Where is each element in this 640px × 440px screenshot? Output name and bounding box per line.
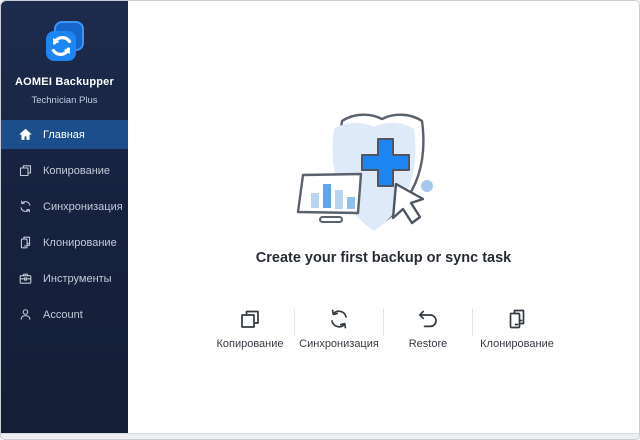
clone-icon [18,235,33,250]
copy-icon [238,307,262,331]
quick-action-sync[interactable]: Синхронизация [295,301,383,350]
sidebar-item-home[interactable]: Главная [1,120,128,149]
main-panel: Create your first backup or sync task Ко… [128,1,639,434]
sidebar-item-clone[interactable]: Клонирование [1,228,128,257]
aomei-backupper-logo-icon [40,19,90,67]
restore-icon [416,307,440,331]
app-name: AOMEI Backupper [1,76,128,88]
quick-actions: Копирование Синхронизация Restore Клонирова… [128,301,639,350]
quick-action-copy[interactable]: Копирование [206,301,294,350]
sidebar-item-tools[interactable]: Инструменты [1,264,128,293]
user-icon [18,307,33,322]
sync-icon [327,307,351,331]
sidebar-item-sync[interactable]: Синхронизация [1,192,128,221]
shield-plus-illustration [284,105,484,239]
empty-state-title: Create your first backup or sync task [128,250,639,266]
sidebar-item-copy[interactable]: Копирование [1,156,128,185]
sidebar-item-label: Account [43,309,83,321]
sidebar-menu: Главная Копирование Синхронизация Клонирова… [1,120,128,336]
sidebar-item-label: Копирование [43,165,110,177]
sync-icon [18,199,33,214]
sidebar-item-user[interactable]: Account [1,300,128,329]
tools-icon [18,271,33,286]
app-window: AOMEI Backupper Technician Plus Главная К… [0,0,640,440]
sidebar-item-label: Главная [43,129,85,141]
app-edition: Technician Plus [1,95,128,106]
quick-action-clone[interactable]: Клонирование [473,301,561,350]
home-icon [18,127,33,142]
copy-icon [18,163,33,178]
sidebar-item-label: Синхронизация [43,201,123,213]
quick-action-label: Restore [409,338,448,350]
sidebar-item-label: Инструменты [43,273,112,285]
sidebar-item-label: Клонирование [43,237,117,249]
logo-block: AOMEI Backupper Technician Plus [1,1,128,106]
clone-icon [505,307,529,331]
quick-action-label: Копирование [216,338,283,350]
quick-action-label: Клонирование [480,338,554,350]
sidebar: AOMEI Backupper Technician Plus Главная К… [1,1,128,434]
quick-action-restore[interactable]: Restore [384,301,472,350]
quick-action-label: Синхронизация [299,338,379,350]
window-bottom-strip [1,433,639,439]
